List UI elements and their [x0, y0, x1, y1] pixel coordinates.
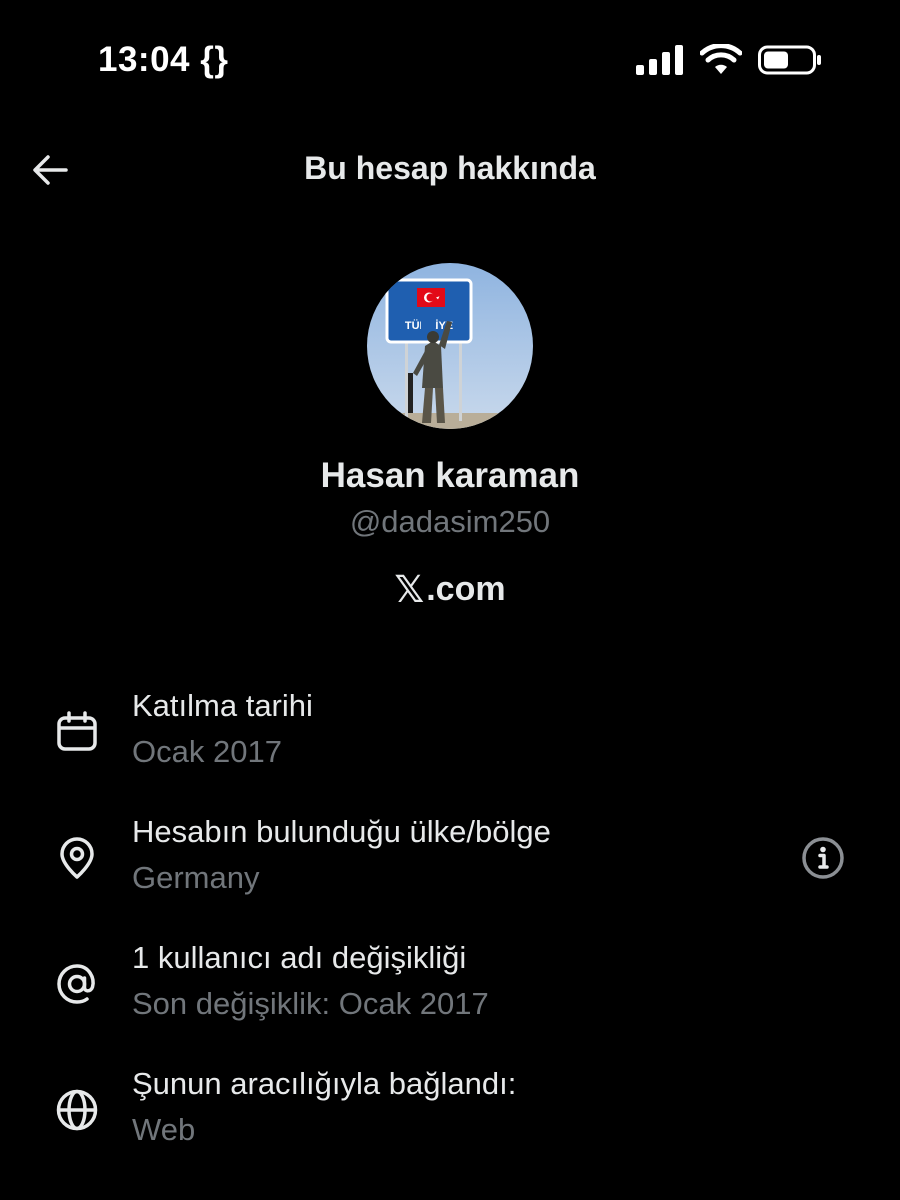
- info-label-connected-via: Şunun aracılığıyla bağlandı:: [132, 1066, 517, 1101]
- wifi-icon: [700, 44, 742, 74]
- info-row-location: Hesabın bulunduğu ülke/bölge Germany: [0, 814, 900, 924]
- info-label-joined: Katılma tarihi: [132, 688, 313, 723]
- info-row-joined: Katılma tarihi Ocak 2017: [0, 688, 900, 798]
- x-logo-icon: 𝕏: [394, 569, 425, 610]
- globe-icon: [56, 1089, 98, 1131]
- info-row-connected-via: Şunun aracılığıyla bağlandı: Web: [0, 1066, 900, 1176]
- calendar-icon: [57, 711, 97, 751]
- at-sign-icon: [57, 964, 95, 1004]
- status-time: 13:04 {}: [98, 40, 229, 79]
- source-domain: .com: [426, 570, 506, 608]
- location-info-button[interactable]: [801, 836, 845, 880]
- display-name: Hasan karaman: [320, 456, 580, 495]
- status-icons: [636, 44, 822, 76]
- location-pin-icon: [60, 837, 94, 879]
- cellular-signal-icon: [636, 45, 683, 75]
- avatar-image: TÜRKİYE: [367, 263, 533, 429]
- info-label-username-changes: 1 kullanıcı adı değişikliği: [132, 940, 467, 975]
- info-value-location: Germany: [132, 860, 260, 895]
- info-value-connected-via: Web: [132, 1112, 196, 1147]
- username-handle: @dadasim250: [349, 504, 551, 539]
- info-row-username-changes: 1 kullanıcı adı değişikliği Son değişikl…: [0, 940, 900, 1050]
- header: Bu hesap hakkında: [0, 130, 900, 210]
- battery-icon: [758, 45, 821, 75]
- about-account-screen: 13:04 {} Bu hesap hakkında Hasan karaman…: [0, 0, 900, 1200]
- info-label-location: Hesabın bulunduğu ülke/bölge: [132, 814, 551, 849]
- status-bar: 13:04 {}: [0, 0, 900, 120]
- info-value-joined: Ocak 2017: [132, 734, 282, 769]
- source-domain-row: 𝕏 .com: [0, 568, 900, 611]
- info-value-username-changes: Son değişiklik: Ocak 2017: [132, 986, 489, 1021]
- page-title: Bu hesap hakkında: [304, 150, 596, 186]
- info-icon: [802, 837, 844, 879]
- avatar: TÜRKİYE: [367, 263, 533, 429]
